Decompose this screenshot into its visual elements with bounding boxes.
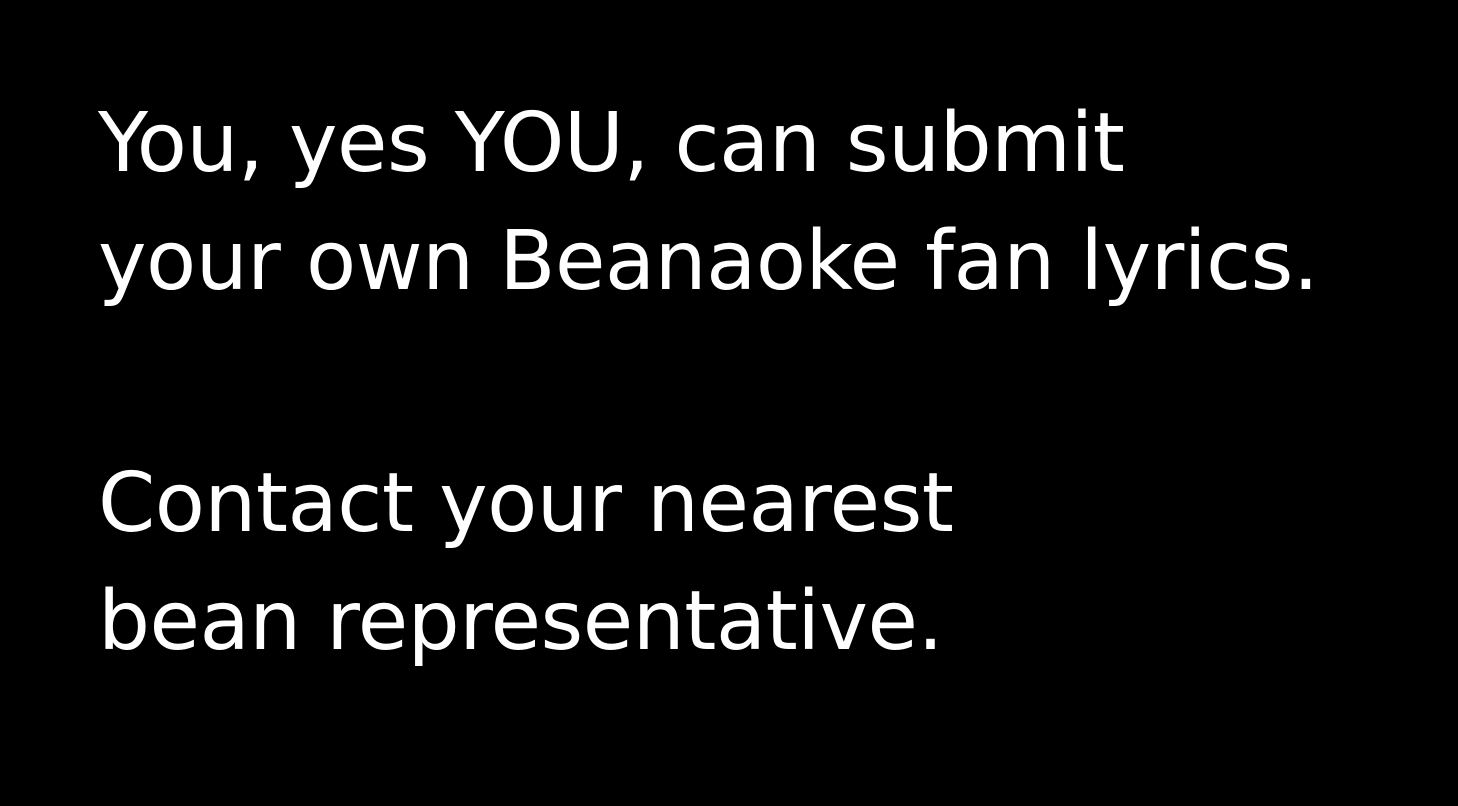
submission-message: You, yes YOU, can submit your own Beanao… — [98, 85, 1319, 321]
contact-message-line-1: Contact your nearest — [98, 456, 954, 551]
slide: You, yes YOU, can submit your own Beanao… — [0, 0, 1458, 806]
contact-message: Contact your nearest bean representative… — [98, 445, 954, 681]
submission-message-line-2: your own Beanaoke fan lyrics. — [98, 214, 1319, 309]
contact-message-line-2: bean representative. — [98, 574, 944, 669]
submission-message-line-1: You, yes YOU, can submit — [98, 96, 1125, 191]
